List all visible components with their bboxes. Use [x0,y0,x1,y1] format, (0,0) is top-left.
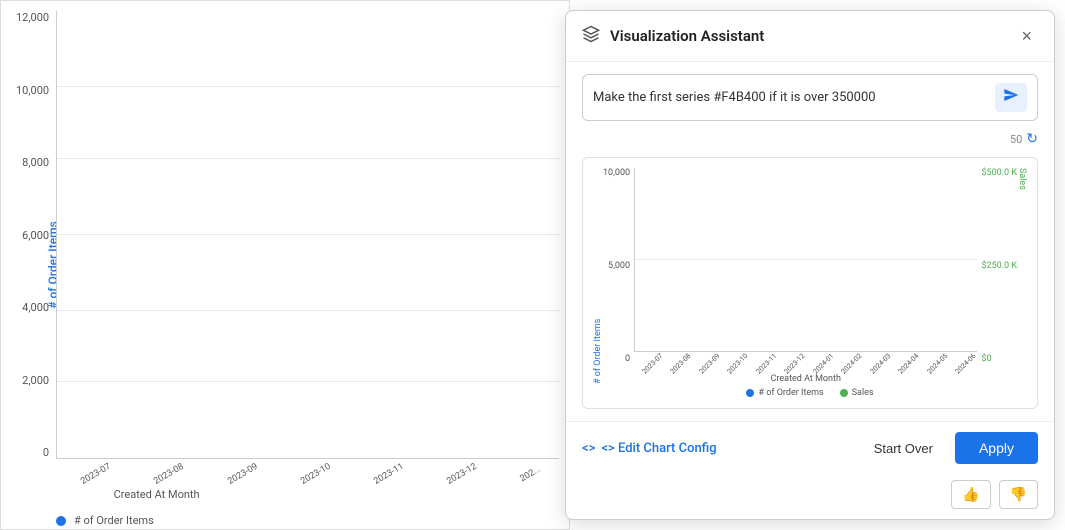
main-chart: # of Order Items 12,000 10,000 8,000 6,0… [0,0,570,530]
visualization-assistant-panel: Visualization Assistant × Make the first… [565,10,1055,520]
start-over-button[interactable]: Start Over [862,435,945,462]
preview-bars-col: 2023-07 2023-08 2023-09 2023-10 2023-11 … [634,168,977,384]
outer-container: # of Order Items 12,000 10,000 8,000 6,0… [0,0,1065,530]
preview-legend: # of Order Items Sales [593,388,1027,398]
preview-x-labels: 2023-07 2023-08 2023-09 2023-10 2023-11 … [635,361,977,369]
prompt-input-row: Make the first series #F4B400 if it is o… [582,74,1038,121]
token-refresh-icon[interactable]: ↻ [1026,131,1038,147]
prompt-send-button[interactable] [995,83,1027,112]
preview-y-right-title: Sales [1017,168,1027,384]
main-x-labels: 2023-07 2023-08 2023-09 2023-10 2023-11 … [57,470,559,480]
modal-footer: <> <> Edit Chart Config Start Over Apply [566,421,1054,474]
preview-bars-wrapper: 2023-07 2023-08 2023-09 2023-10 2023-11 … [634,168,977,352]
modal-title: Visualization Assistant [610,27,1005,45]
close-button[interactable]: × [1015,25,1038,47]
apply-button[interactable]: Apply [955,432,1038,464]
legend-dot-order-items [56,516,66,526]
preview-legend-item-orders: # of Order Items [746,388,823,398]
preview-legend-item-sales: Sales [840,388,874,398]
preview-bars-row [635,168,977,351]
legend-label-order-items: # of Order Items [74,514,154,527]
thumbs-down-button[interactable]: 👎 [999,480,1038,509]
edit-chart-config-link[interactable]: <> <> Edit Chart Config [582,441,717,456]
main-chart-bars-container [57,11,559,458]
token-number: 50 [1010,133,1022,146]
edit-chart-label: <> Edit Chart Config [601,441,716,456]
token-count-row: 50 ↻ [582,131,1038,147]
preview-legend-dot-sales [840,389,848,397]
preview-legend-label-orders: # of Order Items [758,388,823,398]
preview-legend-dot-orders [746,389,754,397]
thumbs-up-button[interactable]: 👍 [951,480,990,509]
prompt-text: Make the first series #F4B400 if it is o… [593,90,987,105]
preview-legend-label-sales: Sales [852,388,874,398]
preview-y-left-labels: 10,000 5,000 0 [603,168,634,384]
preview-chart-container: # of Order Items 10,000 5,000 0 [582,157,1038,409]
code-icon: <> [582,441,595,456]
preview-chart-area: # of Order Items 10,000 5,000 0 [593,168,1027,384]
feedback-row: 👍 👎 [566,474,1054,519]
assistant-icon [582,25,600,47]
main-x-axis-title: Created At Month [0,488,408,501]
main-legend: # of Order Items [56,514,154,527]
preview-y-left-title: # of Order Items [593,168,603,384]
main-chart-y-labels: 12,000 10,000 8,000 6,000 4,000 2,000 0 [16,11,49,459]
preview-y-right-labels: $500.0 K $250.0 K $0 [977,168,1017,384]
modal-body: Make the first series #F4B400 if it is o… [566,62,1054,421]
footer-right: Start Over Apply [862,432,1038,464]
main-chart-bars-area: 2023-07 2023-08 2023-09 2023-10 2023-11 … [56,11,559,459]
preview-x-axis-title: Created At Month [634,374,977,384]
modal-header: Visualization Assistant × [566,11,1054,62]
